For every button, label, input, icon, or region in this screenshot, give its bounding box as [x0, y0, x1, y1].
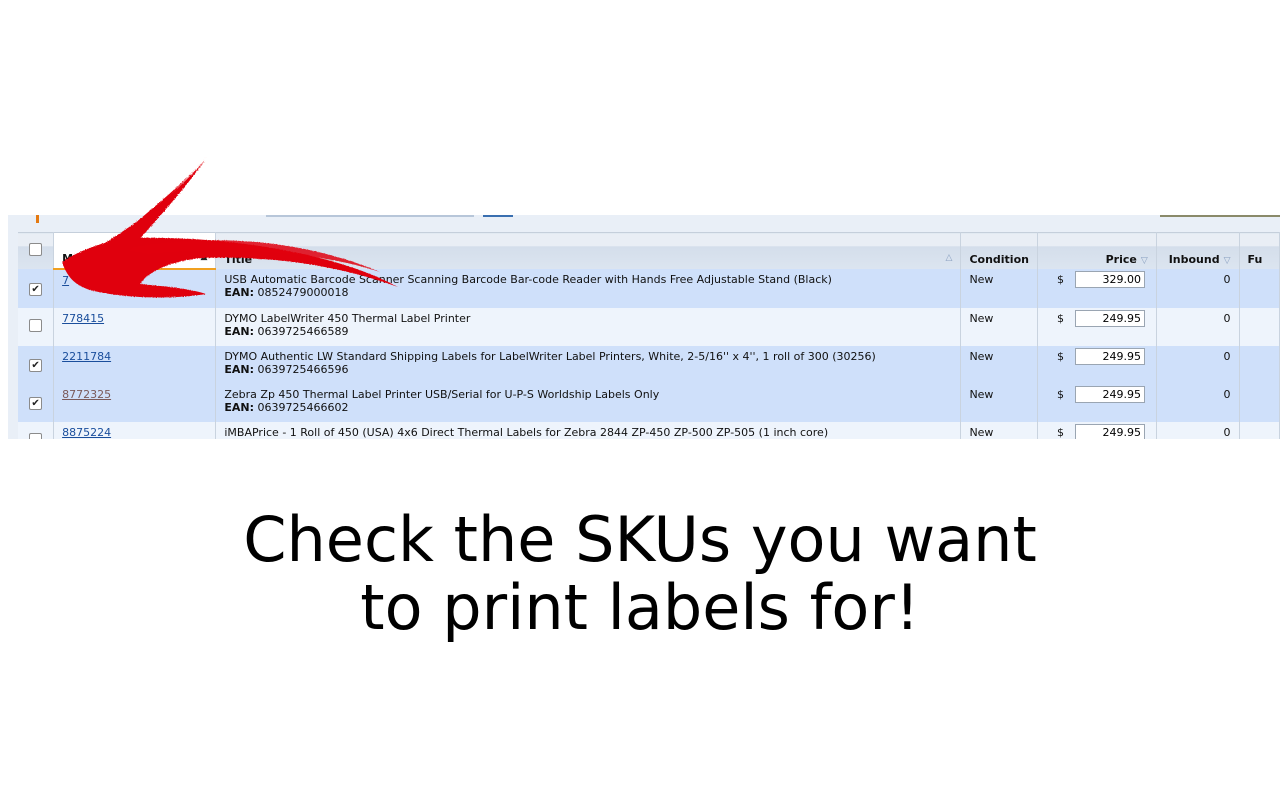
red-arrow-annotation [62, 156, 398, 298]
caption-line-1: Check the SKUs you want [243, 503, 1037, 576]
caption-line-2: to print labels for! [360, 571, 920, 644]
